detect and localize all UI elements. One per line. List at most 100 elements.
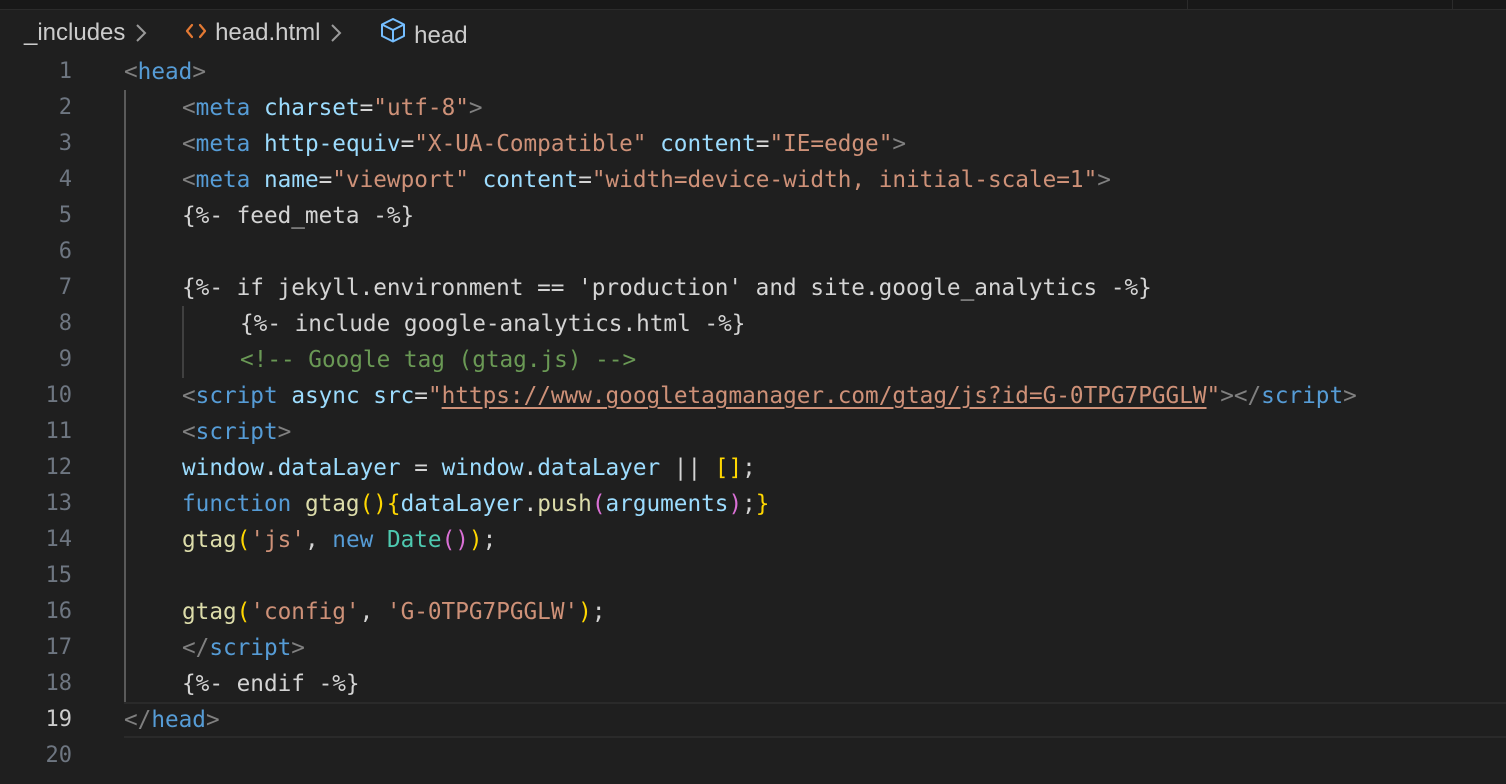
line-number: 4 bbox=[58, 167, 72, 192]
code-line[interactable]: 12 window.dataLayer = window.dataLayer ||… bbox=[0, 450, 1506, 486]
code-line[interactable]: 9 <!-- Google tag (gtag.js) --> bbox=[0, 342, 1506, 378]
code-line[interactable]: 8 {%- include google-analytics.html -%} bbox=[0, 306, 1506, 342]
code-token: meta bbox=[195, 167, 251, 193]
code-token: {%- feed_meta -%} bbox=[182, 203, 415, 229]
code-line[interactable]: 18 {%- endif -%} bbox=[0, 666, 1506, 702]
code-token: dataLayer bbox=[400, 491, 524, 517]
tab-divider bbox=[1452, 0, 1453, 9]
code-token: > bbox=[892, 131, 907, 157]
line-number: 9 bbox=[58, 347, 72, 372]
code-token: ; bbox=[591, 599, 606, 625]
code-token: < bbox=[182, 131, 196, 157]
line-number: 10 bbox=[45, 383, 73, 408]
code-token: new bbox=[332, 527, 374, 553]
breadcrumb-symbol-label: head bbox=[414, 21, 468, 49]
code-line[interactable]: 5 {%- feed_meta -%} bbox=[0, 198, 1506, 234]
code-line[interactable]: 19 </head> bbox=[0, 702, 1506, 738]
code-token: head bbox=[137, 59, 193, 85]
code-token: "X-UA-Compatible" bbox=[414, 131, 647, 157]
code-token: script bbox=[195, 383, 278, 409]
code-text: {%- include google-analytics.html -%} bbox=[240, 306, 745, 342]
code-token: , bbox=[359, 599, 387, 625]
code-token: arguments bbox=[605, 491, 729, 517]
code-token: window bbox=[182, 455, 264, 481]
code-token: charset bbox=[263, 95, 360, 121]
code-token: {%- if jekyll.environment == 'production… bbox=[182, 275, 1152, 301]
code-line[interactable]: 6 bbox=[0, 234, 1506, 270]
code-text: {%- endif -%} bbox=[182, 666, 360, 702]
code-token: 'config' bbox=[250, 599, 360, 625]
code-token: https://www.googletagmanager.com/gtag/js… bbox=[441, 383, 1207, 409]
breadcrumb: _includes head.html head bbox=[24, 17, 468, 49]
code-token: = bbox=[318, 167, 333, 193]
code-token: content bbox=[482, 167, 579, 193]
line-number: 7 bbox=[58, 275, 72, 300]
code-token: async bbox=[291, 383, 360, 409]
code-token: gtag bbox=[304, 491, 360, 517]
code-token: dataLayer bbox=[277, 455, 401, 481]
html-code-icon bbox=[184, 22, 208, 40]
chevron-right-icon bbox=[324, 21, 348, 45]
code-token: = bbox=[578, 167, 592, 193]
code-text: gtag('js', new Date()); bbox=[182, 522, 496, 558]
code-token: () bbox=[359, 491, 387, 517]
code-token: < bbox=[124, 59, 138, 85]
code-text: {%- feed_meta -%} bbox=[182, 198, 414, 234]
code-token: </ bbox=[182, 635, 210, 661]
code-line[interactable]: 4 <meta name="viewport" content="width=de… bbox=[0, 162, 1506, 198]
code-line[interactable]: 17 </script> bbox=[0, 630, 1506, 666]
code-text: <meta http-equiv="X-UA-Compatible" conte… bbox=[182, 126, 906, 162]
line-number: 1 bbox=[58, 59, 72, 84]
code-token: {%- endif -%} bbox=[182, 671, 360, 697]
code-token: > bbox=[1097, 167, 1111, 193]
breadcrumb-folder[interactable]: _includes bbox=[24, 19, 125, 47]
code-token: dataLayer bbox=[537, 455, 661, 481]
code-line[interactable]: 11 <script> bbox=[0, 414, 1506, 450]
line-number: 20 bbox=[45, 743, 73, 768]
code-token: > bbox=[205, 707, 220, 733]
code-text: <head> bbox=[124, 54, 206, 90]
code-line[interactable]: 13 function gtag(){dataLayer.push(argumen… bbox=[0, 486, 1506, 522]
code-token: </ bbox=[124, 707, 152, 733]
code-token: } bbox=[755, 491, 770, 517]
code-token: ( bbox=[591, 491, 606, 517]
code-line[interactable]: 7 {%- if jekyll.environment == 'productio… bbox=[0, 270, 1506, 306]
code-line[interactable]: 2 <meta charset="utf-8"> bbox=[0, 90, 1506, 126]
code-line[interactable]: 16 gtag('config', 'G-0TPG7PGGLW'); bbox=[0, 594, 1506, 630]
code-text: window.dataLayer = window.dataLayer || [… bbox=[182, 450, 756, 486]
code-line[interactable]: 20 bbox=[0, 738, 1506, 774]
code-token: "IE=edge" bbox=[769, 131, 893, 157]
code-token: || bbox=[660, 455, 715, 481]
code-token: " bbox=[1206, 383, 1221, 409]
code-editor[interactable]: 1 <head> 2 <meta charset="utf-8"> 3 <meta htt… bbox=[0, 54, 1506, 784]
line-number: 17 bbox=[45, 635, 73, 660]
code-token: ; bbox=[742, 455, 756, 481]
code-token: > bbox=[277, 419, 292, 445]
code-token: < bbox=[182, 95, 196, 121]
code-line[interactable]: 15 bbox=[0, 558, 1506, 594]
code-line[interactable]: 14 gtag('js', new Date()); bbox=[0, 522, 1506, 558]
code-token: script bbox=[209, 635, 292, 661]
code-token: ( bbox=[236, 527, 251, 553]
code-line[interactable]: 10 <script async src="https://www.googlet… bbox=[0, 378, 1506, 414]
chevron-right-icon bbox=[129, 21, 153, 45]
line-number: 12 bbox=[45, 455, 73, 480]
code-line[interactable]: 3 <meta http-equiv="X-UA-Compatible" cont… bbox=[0, 126, 1506, 162]
cube-symbol-icon bbox=[379, 17, 407, 43]
code-token: > bbox=[468, 95, 483, 121]
code-text: </script> bbox=[182, 630, 305, 666]
code-token: meta bbox=[195, 95, 251, 121]
code-token: 'js' bbox=[250, 527, 305, 553]
code-token: "utf-8" bbox=[373, 95, 469, 121]
code-line[interactable]: 1 <head> bbox=[0, 54, 1506, 90]
code-token: < bbox=[182, 167, 196, 193]
code-text: <!-- Google tag (gtag.js) --> bbox=[240, 342, 636, 378]
code-token: ; bbox=[742, 491, 756, 517]
code-token: src bbox=[373, 383, 415, 409]
